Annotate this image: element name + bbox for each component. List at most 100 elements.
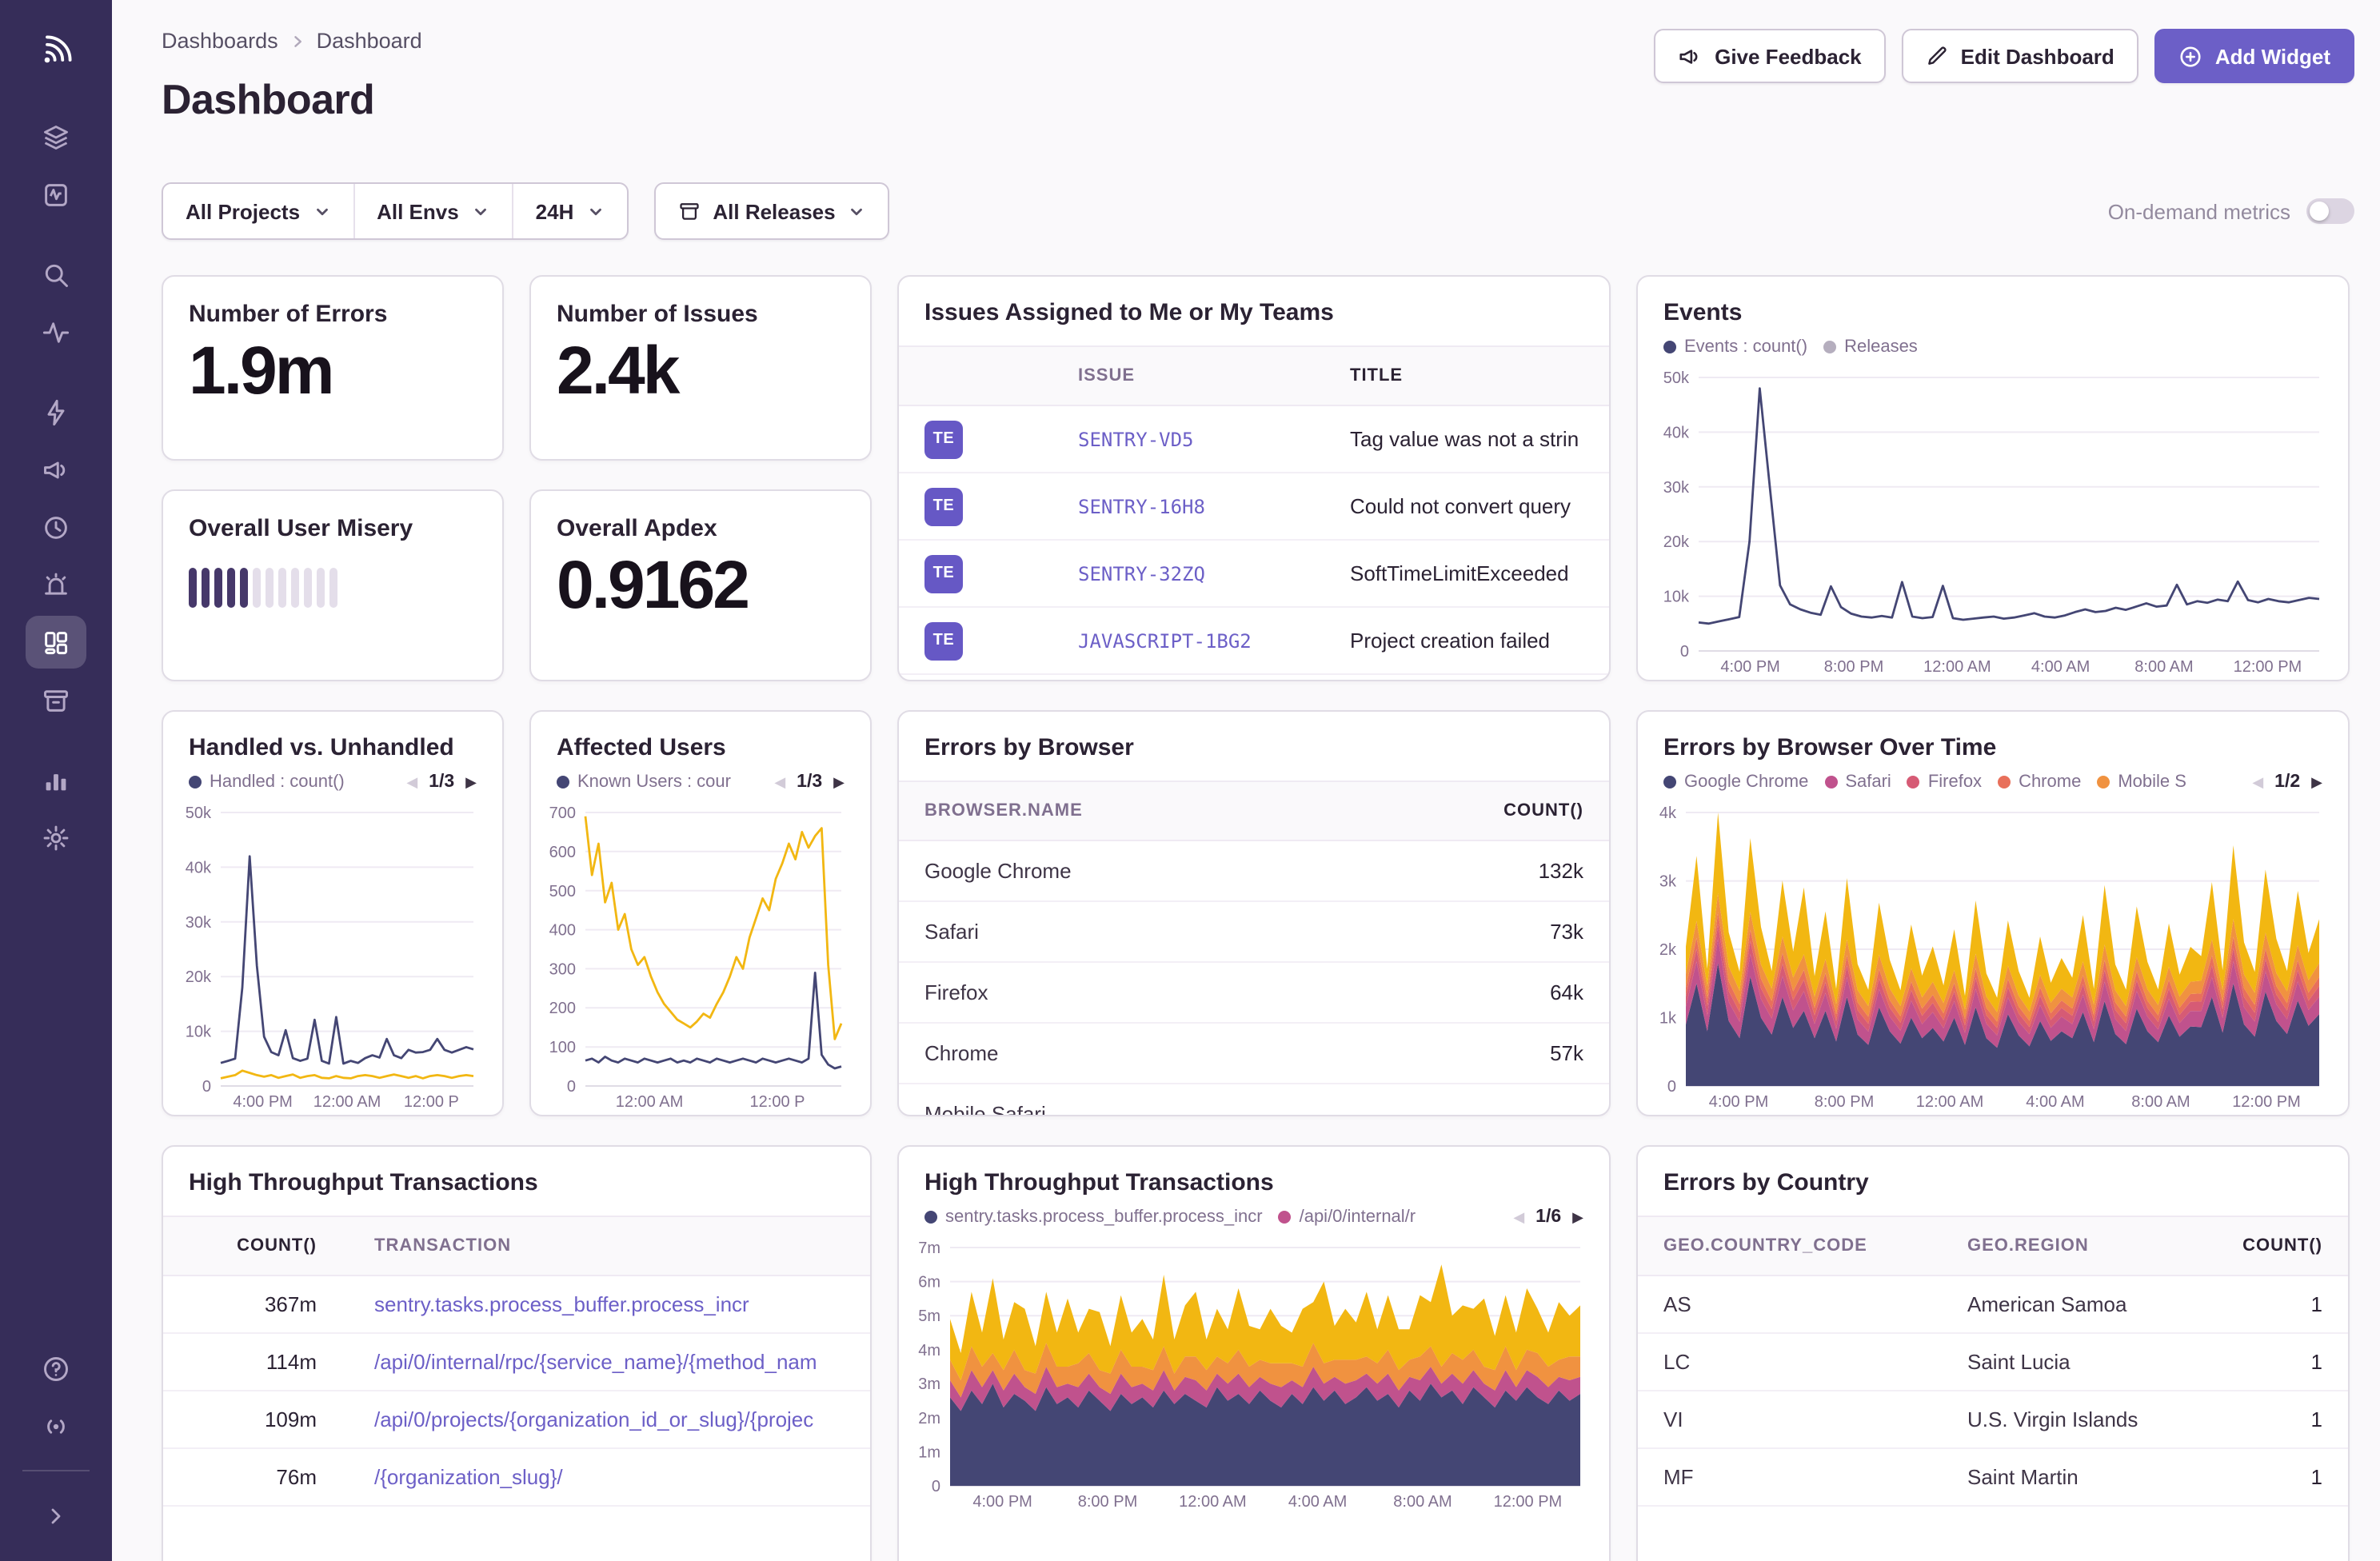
sidebar-item-stats[interactable] bbox=[26, 753, 86, 806]
widget-errors-by-browser-over-time: Errors by Browser Over Time Google Chrom… bbox=[1636, 710, 2350, 1116]
svg-text:4m: 4m bbox=[918, 1342, 940, 1359]
projects-filter-dropdown[interactable]: All Projects bbox=[163, 184, 353, 238]
legend-item[interactable]: Handled : count() bbox=[189, 773, 345, 792]
issue-link[interactable]: SENTRY-16H8 bbox=[1078, 495, 1350, 517]
pencil-icon bbox=[1927, 46, 1947, 65]
svg-text:1k: 1k bbox=[1659, 1010, 1677, 1028]
sentry-logo-icon[interactable] bbox=[24, 19, 88, 83]
sidebar-item-crons[interactable] bbox=[26, 558, 86, 611]
sidebar-item-settings[interactable] bbox=[26, 811, 86, 864]
misery-bar-segment bbox=[253, 568, 261, 608]
date-range-filter-dropdown[interactable]: 24H bbox=[511, 184, 627, 238]
pager-prev-icon[interactable]: ◀ bbox=[406, 773, 417, 791]
chart-legend: Handled : count() bbox=[189, 773, 393, 792]
assignee-avatar[interactable]: TE bbox=[924, 621, 963, 660]
sidebar-item-help[interactable] bbox=[26, 1342, 86, 1395]
legend-item[interactable]: Google Chrome bbox=[1663, 773, 1808, 792]
handled-vs-unhandled-chart[interactable]: 0 10k 20k 30k 40k 50k 4:00 PM 12:00 AM 12:00 P bbox=[170, 801, 489, 1112]
pager-prev-icon[interactable]: ◀ bbox=[1513, 1208, 1524, 1226]
misery-bar-segment bbox=[214, 568, 222, 608]
give-feedback-button[interactable]: Give Feedback bbox=[1654, 29, 1886, 83]
legend-item[interactable]: Releases bbox=[1823, 337, 1918, 357]
country-region: Saint Lucia bbox=[1967, 1350, 2071, 1374]
events-chart[interactable]: 0 10k 20k 30k 40k 50k 4:00 PM 8:00 PM 12:00 AM 4:… bbox=[1644, 366, 2335, 677]
table-body: 367m sentry.tasks.process_buffer.process… bbox=[163, 1276, 870, 1507]
high-throughput-chart[interactable]: 0 1m 2m 3m 4m 5m 6m 7m 4:00 PM 8:00 PM 12:00 AM 4:0… bbox=[905, 1236, 1596, 1511]
legend-item[interactable]: Events : count() bbox=[1663, 337, 1807, 357]
sidebar-item-feedback[interactable] bbox=[26, 443, 86, 496]
assignee-avatar[interactable]: TE bbox=[924, 554, 963, 593]
pager-next-icon[interactable]: ▶ bbox=[833, 773, 845, 791]
assignee-avatar[interactable]: TE bbox=[924, 487, 963, 525]
sidebar-item-explore[interactable] bbox=[26, 248, 86, 301]
chart-legend: Events : count() Releases bbox=[1663, 337, 2322, 357]
legend-item[interactable]: Firefox bbox=[1907, 773, 1982, 792]
legend-dot-icon bbox=[1998, 776, 2011, 788]
legend-item[interactable]: /api/0/internal/r bbox=[1278, 1208, 1416, 1227]
transaction-link[interactable]: /{organization_slug}/ bbox=[317, 1465, 845, 1489]
svg-text:600: 600 bbox=[549, 844, 576, 861]
svg-text:12:00 P: 12:00 P bbox=[404, 1093, 459, 1111]
svg-text:0: 0 bbox=[567, 1078, 576, 1096]
misery-bar-segment bbox=[304, 568, 312, 608]
pager-prev-icon[interactable]: ◀ bbox=[2252, 773, 2263, 791]
legend-item[interactable]: Known Users : cour bbox=[557, 773, 731, 792]
environments-filter-dropdown[interactable]: All Envs bbox=[353, 184, 512, 238]
widget-number-of-errors: Number of Errors 1.9m bbox=[162, 275, 504, 461]
issue-title: SoftTimeLimitExceeded bbox=[1350, 561, 1569, 585]
page-title: Dashboard bbox=[162, 75, 375, 123]
pager-prev-icon[interactable]: ◀ bbox=[774, 773, 785, 791]
pager-next-icon[interactable]: ▶ bbox=[2311, 773, 2322, 791]
svg-text:8:00 AM: 8:00 AM bbox=[2131, 1093, 2190, 1111]
add-widget-button[interactable]: Add Widget bbox=[2154, 29, 2354, 83]
svg-text:0: 0 bbox=[1667, 1078, 1676, 1096]
sidebar-item-replays[interactable] bbox=[26, 501, 86, 553]
sidebar-item-alerts[interactable] bbox=[26, 385, 86, 438]
on-demand-metrics-toggle[interactable] bbox=[2306, 198, 2354, 224]
sidebar-item-dashboards[interactable] bbox=[26, 616, 86, 669]
browser-count: 64k bbox=[1550, 980, 1583, 1004]
svg-text:100: 100 bbox=[549, 1039, 576, 1056]
pager-next-icon[interactable]: ▶ bbox=[465, 773, 477, 791]
country-count: 1 bbox=[2310, 1407, 2322, 1431]
transaction-link[interactable]: /api/0/projects/{organization_id_or_slug… bbox=[317, 1407, 845, 1431]
assignee-avatar[interactable]: TE bbox=[924, 420, 963, 458]
issue-link[interactable]: JAVASCRIPT-1BG2 bbox=[1078, 629, 1350, 652]
sidebar-collapse-button[interactable] bbox=[26, 1489, 86, 1542]
releases-filter-dropdown[interactable]: All Releases bbox=[653, 182, 890, 240]
svg-text:4:00 AM: 4:00 AM bbox=[1288, 1493, 1347, 1511]
table-row: 76m /{organization_slug}/ bbox=[163, 1449, 870, 1507]
sidebar-item-issues[interactable] bbox=[26, 168, 86, 221]
errors-by-browser-over-time-chart[interactable]: 0 1k 2k 3k 4k 4:00 PM 8:00 PM 12:00 AM 4:00 AM 8:… bbox=[1644, 801, 2335, 1112]
affected-users-chart[interactable]: 0 100 200 300 400 500 600 700 12:00 AM 12:00 P bbox=[537, 801, 857, 1112]
edit-dashboard-button[interactable]: Edit Dashboard bbox=[1901, 29, 2138, 83]
table-row: TE SENTRY-16H8 Could not convert query bbox=[899, 473, 1609, 541]
legend-item[interactable]: Chrome bbox=[1998, 773, 2081, 792]
svg-text:4k: 4k bbox=[1659, 804, 1677, 822]
issue-link[interactable]: SENTRY-VD5 bbox=[1078, 428, 1350, 450]
transaction-count: 76m bbox=[276, 1465, 317, 1489]
sidebar-item-releases[interactable] bbox=[26, 673, 86, 726]
table-row: 367m sentry.tasks.process_buffer.process… bbox=[163, 1276, 870, 1334]
legend-item[interactable]: Safari bbox=[1824, 773, 1891, 792]
sidebar-item-projects[interactable] bbox=[26, 110, 86, 163]
sidebar-item-whats-new[interactable] bbox=[26, 1399, 86, 1452]
toggle-knob bbox=[2310, 202, 2329, 221]
legend-item[interactable]: sentry.tasks.process_buffer.process_incr bbox=[924, 1208, 1263, 1227]
country-count: 1 bbox=[2310, 1350, 2322, 1374]
browser-count: 57k bbox=[1550, 1041, 1583, 1065]
svg-text:500: 500 bbox=[549, 883, 576, 900]
bar-chart-icon bbox=[46, 773, 66, 790]
sidebar-item-traces[interactable] bbox=[26, 305, 86, 358]
svg-text:8:00 PM: 8:00 PM bbox=[1078, 1493, 1137, 1511]
issue-link[interactable]: SENTRY-32ZQ bbox=[1078, 562, 1350, 585]
svg-text:4:00 AM: 4:00 AM bbox=[2031, 658, 2090, 676]
filter-bar: All Projects All Envs 24H All Releases O bbox=[162, 182, 2354, 240]
transaction-link[interactable]: sentry.tasks.process_buffer.process_incr bbox=[317, 1292, 845, 1316]
pager-next-icon[interactable]: ▶ bbox=[1572, 1208, 1583, 1226]
legend-item[interactable]: Mobile S bbox=[2097, 773, 2186, 792]
misery-bar-segment bbox=[317, 568, 325, 608]
transaction-link[interactable]: /api/0/internal/rpc/{service_name}/{meth… bbox=[317, 1350, 845, 1374]
breadcrumb-dashboards-link[interactable]: Dashboards bbox=[162, 29, 278, 53]
country-region: Saint Martin bbox=[1967, 1465, 2079, 1489]
